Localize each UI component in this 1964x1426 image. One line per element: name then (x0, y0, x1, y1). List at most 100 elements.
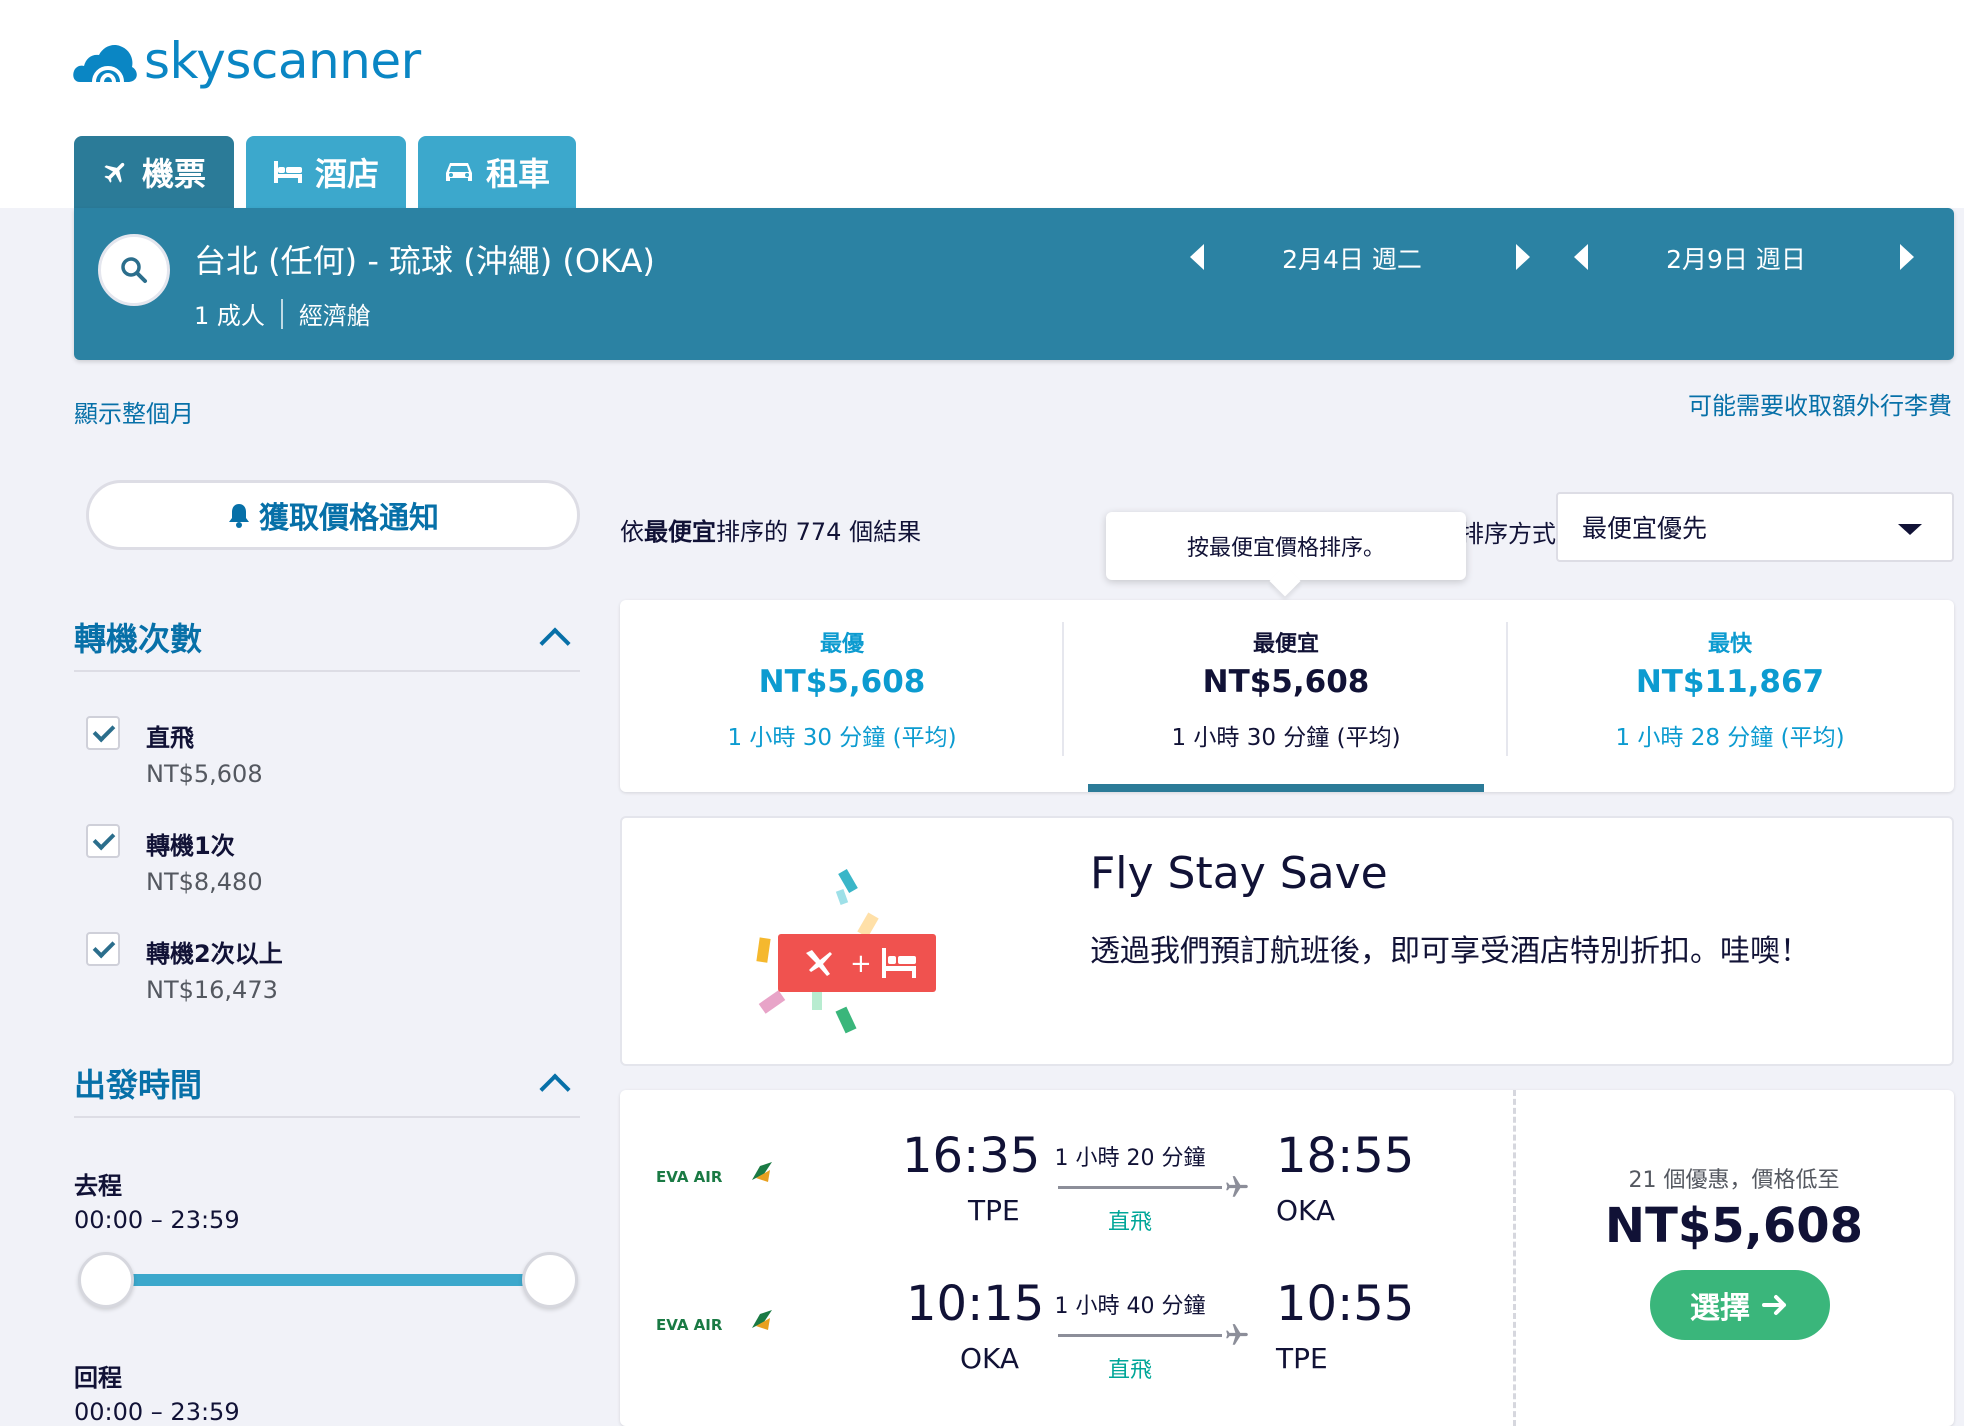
sort-value: 最便宜優先 (1582, 514, 1708, 543)
stop-option-label[interactable]: 轉機1次 (146, 826, 235, 861)
fly-stay-save-promo[interactable]: + Fly Stay Save 透過我們預訂航班後，即可享受酒店特別折扣。哇噢！ (620, 816, 1954, 1066)
tab-hotels[interactable]: 酒店 (246, 136, 406, 208)
cabin-class: 經濟艙 (298, 302, 371, 330)
return-date-next-icon[interactable] (1900, 244, 1914, 270)
passenger-cabin-info[interactable]: 1 成人 經濟艙 (194, 296, 371, 331)
airline-logo: EVA AIR (656, 1304, 776, 1344)
outbound-label: 去程 (74, 1172, 122, 1200)
divider (280, 298, 283, 329)
route-line (1058, 1334, 1222, 1337)
flight-duration: 1 小時 40 分鐘 (1054, 1294, 1206, 1319)
arrival-time: 18:55 (1276, 1128, 1415, 1184)
eva-air-logo-icon: EVA AIR (656, 1310, 772, 1334)
flight-price: NT$5,608 (1604, 1198, 1864, 1254)
sort-tab-cheapest[interactable]: 最便宜 NT$5,608 1 小時 30 分鐘 (平均) (1064, 600, 1508, 792)
tab-cars[interactable]: 租車 (418, 136, 576, 208)
brand-name: skyscanner (144, 32, 421, 90)
tab-label: 酒店 (314, 155, 379, 193)
results-count-suffix: 排序的 774 個結果 (716, 518, 922, 546)
chevron-up-icon[interactable] (539, 1073, 571, 1105)
tab-label: 機票 (141, 155, 206, 193)
price-alert-button[interactable]: 獲取價格通知 (86, 480, 580, 550)
sort-tab-duration: 1 小時 30 分鐘 (平均) (1171, 725, 1401, 751)
sort-tab-duration: 1 小時 28 分鐘 (平均) (1615, 725, 1845, 751)
stop-option-label[interactable]: 轉機2次以上 (146, 934, 283, 969)
bed-icon (273, 161, 302, 183)
airline-logo: EVA AIR (656, 1156, 776, 1196)
product-tabs: 機票 酒店 租車 (74, 136, 576, 208)
sort-tab-price: NT$11,867 (1635, 664, 1825, 700)
departure-airport: TPE (968, 1194, 1020, 1227)
select-flight-button[interactable]: 選擇 (1650, 1270, 1830, 1340)
caret-down-icon (1898, 524, 1922, 535)
sort-tab-name: 最便宜 (1252, 632, 1319, 657)
active-sort-indicator (1088, 784, 1484, 792)
chevron-up-icon[interactable] (539, 627, 571, 659)
stops-filter-title[interactable]: 轉機次數 (74, 614, 202, 660)
passenger-count: 1 成人 (194, 302, 265, 330)
stop-option-price: NT$8,480 (146, 868, 263, 896)
departure-airport: OKA (960, 1342, 1020, 1375)
departure-time-filter-title[interactable]: 出發時間 (74, 1060, 202, 1106)
flight-result-card[interactable]: EVA AIR 16:35 TPE 1 小時 20 分鐘 直飛 18:55 OK… (620, 1090, 1954, 1426)
slider-handle-start[interactable] (78, 1252, 134, 1308)
sort-tab-name: 最優 (819, 632, 864, 657)
departure-time: 10:15 (906, 1276, 1045, 1332)
sort-tab-best[interactable]: 最優 NT$5,608 1 小時 30 分鐘 (平均) (620, 600, 1064, 792)
return-time-range: 00:00 – 23:59 (74, 1398, 240, 1426)
checkbox-two-plus-stops[interactable] (86, 932, 120, 966)
skyscanner-logo[interactable]: skyscanner (72, 26, 421, 96)
results-count-bold: 最便宜 (644, 518, 716, 546)
arrival-airport: OKA (1276, 1194, 1336, 1227)
return-date-prev-icon[interactable] (1574, 244, 1588, 270)
sort-label: 排序方式 (1460, 520, 1556, 548)
sort-dropdown[interactable]: 最便宜優先 (1556, 492, 1954, 562)
top-header: skyscanner 機票 酒店 租車 (0, 0, 1964, 208)
price-alert-label: 獲取價格通知 (259, 501, 439, 536)
stop-option-price: NT$5,608 (146, 760, 263, 788)
sort-tab-fastest[interactable]: 最快 NT$11,867 1 小時 28 分鐘 (平均) (1508, 600, 1952, 792)
sort-tab-duration: 1 小時 30 分鐘 (平均) (727, 725, 957, 751)
select-label: 選擇 (1690, 1291, 1750, 1326)
slider-handle-end[interactable] (522, 1252, 578, 1308)
arrow-right-icon (1762, 1295, 1786, 1315)
bell-icon (229, 504, 249, 528)
sort-tooltip: 按最便宜價格排序。 (1106, 512, 1466, 580)
route-text[interactable]: 台北 (任何) - 琉球 (沖繩) (OKA) (194, 236, 655, 282)
depart-date-prev-icon[interactable] (1190, 244, 1204, 270)
stop-option-price: NT$16,473 (146, 976, 278, 1004)
sort-tab-name: 最快 (1707, 632, 1752, 657)
eva-air-logo-icon: EVA AIR (656, 1162, 772, 1186)
return-label: 回程 (74, 1364, 122, 1392)
plane-icon (104, 162, 125, 183)
plane-icon (1226, 1176, 1248, 1197)
sort-tab-price: NT$5,608 (1202, 664, 1370, 700)
results-count-prefix: 依 (620, 518, 644, 546)
checkbox-one-stop[interactable] (86, 824, 120, 858)
search-summary-bar[interactable]: 台北 (任何) - 琉球 (沖繩) (OKA) 1 成人 經濟艙 2月4日 週二… (74, 208, 1954, 360)
checkbox-direct[interactable] (86, 716, 120, 750)
depart-date[interactable]: 2月4日 週二 (1252, 240, 1452, 276)
airline-logo-text: EVA AIR (656, 1168, 723, 1186)
airline-logo-text: EVA AIR (656, 1316, 723, 1334)
flight-plus-hotel-icon: + (756, 868, 936, 1034)
promo-description: 透過我們預訂航班後，即可享受酒店特別折扣。哇噢！ (1090, 934, 1810, 969)
sort-tab-price: NT$5,608 (758, 664, 926, 700)
route-line (1058, 1186, 1222, 1189)
search-button[interactable] (98, 234, 170, 306)
depart-date-next-icon[interactable] (1516, 244, 1530, 270)
sort-tabs: 最優 NT$5,608 1 小時 30 分鐘 (平均) 最便宜 NT$5,608… (620, 600, 1954, 792)
outbound-time-slider[interactable] (104, 1274, 550, 1286)
search-icon (121, 257, 147, 283)
stops-label: 直飛 (1107, 1358, 1152, 1383)
return-date[interactable]: 2月9日 週日 (1636, 240, 1836, 276)
flight-duration: 1 小時 20 分鐘 (1054, 1146, 1206, 1171)
divider (1513, 1090, 1516, 1426)
promo-title: Fly Stay Save (1090, 848, 1388, 899)
show-whole-month-link[interactable]: 顯示整個月 (74, 394, 194, 429)
stop-option-label[interactable]: 直飛 (146, 718, 194, 753)
extra-bag-fees-link[interactable]: 可能需要收取額外行李費 (1688, 386, 1952, 421)
car-icon (445, 163, 472, 181)
deals-count: 21 個優惠，價格低至 (1628, 1168, 1840, 1193)
tab-flights[interactable]: 機票 (74, 136, 234, 208)
